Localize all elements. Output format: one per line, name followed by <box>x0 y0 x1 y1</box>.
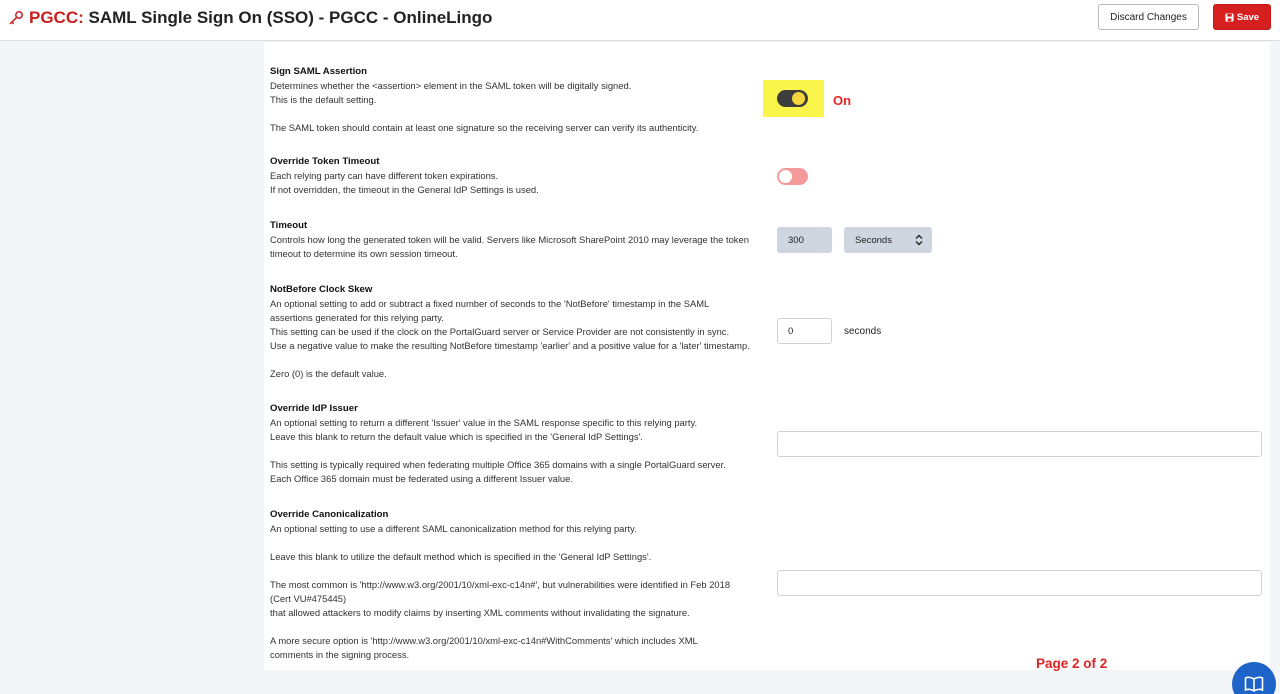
setting-title: Sign SAML Assertion <box>270 66 368 77</box>
timeout-input[interactable] <box>777 227 832 253</box>
setting-desc-line: This setting is typically required when … <box>270 459 726 470</box>
setting-desc-gap <box>270 353 770 367</box>
setting-title: NotBefore Clock Skew <box>270 284 373 295</box>
setting-desc-line: that allowed attackers to modify claims … <box>270 607 690 618</box>
toggle-state-label: On <box>833 93 852 108</box>
setting-desc-gap <box>270 444 770 458</box>
setting-desc-line: (Cert VU#475445) <box>270 593 347 604</box>
setting-desc-line: Each Office 365 domain must be federated… <box>270 473 573 484</box>
book-icon <box>1244 676 1264 692</box>
save-icon <box>1225 12 1234 22</box>
page-title-text: SAML Single Sign On (SSO) - PGCC - Onlin… <box>88 8 493 27</box>
page-title: PGCC: SAML Single Sign On (SSO) - PGCC -… <box>29 8 492 28</box>
setting-desc-line: A more secure option is 'http://www.w3.o… <box>270 635 698 646</box>
setting-desc-line: comments in the signing process. <box>270 649 410 660</box>
setting-desc-line: Leave this blank to utilize the default … <box>270 551 652 562</box>
setting-notbefore-clock-skew: NotBefore Clock Skew An optional setting… <box>270 283 770 381</box>
key-icon <box>9 11 23 25</box>
override-timeout-toggle[interactable] <box>777 168 808 185</box>
setting-desc-line: Each relying party can have different to… <box>270 170 499 181</box>
setting-desc-line: This setting can be used if the clock on… <box>270 326 730 337</box>
setting-desc-line: Determines whether the <assertion> eleme… <box>270 80 632 91</box>
page-indicator: Page 2 of 2 <box>1036 656 1108 671</box>
setting-desc-line: The most common is 'http://www.w3.org/20… <box>270 579 731 590</box>
setting-timeout: Timeout Controls how long the generated … <box>270 219 770 261</box>
setting-desc-gap <box>270 536 770 550</box>
setting-title: Override IdP Issuer <box>270 403 358 414</box>
setting-desc-gap <box>270 107 770 121</box>
override-issuer-input[interactable] <box>777 431 1262 457</box>
save-button-label: Save <box>1236 11 1260 23</box>
timeout-unit-select[interactable]: Seconds <box>844 227 932 253</box>
setting-desc-line: An optional setting to return a differen… <box>270 417 698 428</box>
clock-skew-input[interactable] <box>777 318 832 344</box>
setting-desc-line: The SAML token should contain at least o… <box>270 122 699 133</box>
setting-title: Override Token Timeout <box>270 156 380 167</box>
setting-desc-gap <box>270 620 770 634</box>
setting-desc-gap <box>270 564 770 578</box>
setting-desc-line: Controls how long the generated token wi… <box>270 234 749 245</box>
setting-title: Override Canonicalization <box>270 509 389 520</box>
setting-desc-line: assertions generated for this relying pa… <box>270 312 444 323</box>
setting-desc-line: timeout to determine its own session tim… <box>270 248 458 259</box>
discard-changes-button[interactable]: Discard Changes <box>1098 4 1199 30</box>
page-title-prefix: PGCC: <box>29 8 84 27</box>
toggle-knob <box>779 170 792 183</box>
sign-assertion-toggle[interactable] <box>777 90 808 107</box>
top-bar: PGCC: SAML Single Sign On (SSO) - PGCC -… <box>0 0 1280 41</box>
setting-override-idp-issuer: Override IdP Issuer An optional setting … <box>270 402 770 486</box>
setting-sign-saml-assertion: Sign SAML Assertion Determines whether t… <box>270 65 770 135</box>
setting-override-token-timeout: Override Token Timeout Each relying part… <box>270 155 770 197</box>
setting-desc-line: Use a negative value to make the resulti… <box>270 340 750 351</box>
setting-desc-line: If not overridden, the timeout in the Ge… <box>270 184 539 195</box>
setting-desc-line: Leave this blank to return the default v… <box>270 431 643 442</box>
setting-title: Timeout <box>270 220 308 231</box>
timeout-unit-value: Seconds <box>855 235 892 246</box>
scrollbar[interactable] <box>1271 42 1280 694</box>
setting-desc-line: An optional setting to add or subtract a… <box>270 298 710 309</box>
override-canonicalization-input[interactable] <box>777 570 1262 596</box>
toggle-knob <box>792 92 805 105</box>
setting-desc-line: Zero (0) is the default value. <box>270 368 387 379</box>
setting-override-canonicalization: Override Canonicalization An optional se… <box>270 508 770 662</box>
setting-desc-line: This is the default setting. <box>270 94 377 105</box>
save-button[interactable]: Save <box>1213 4 1271 30</box>
clock-skew-unit-label: seconds <box>844 326 882 337</box>
setting-desc-line: An optional setting to use a different S… <box>270 523 637 534</box>
chevron-updown-icon <box>915 234 923 246</box>
